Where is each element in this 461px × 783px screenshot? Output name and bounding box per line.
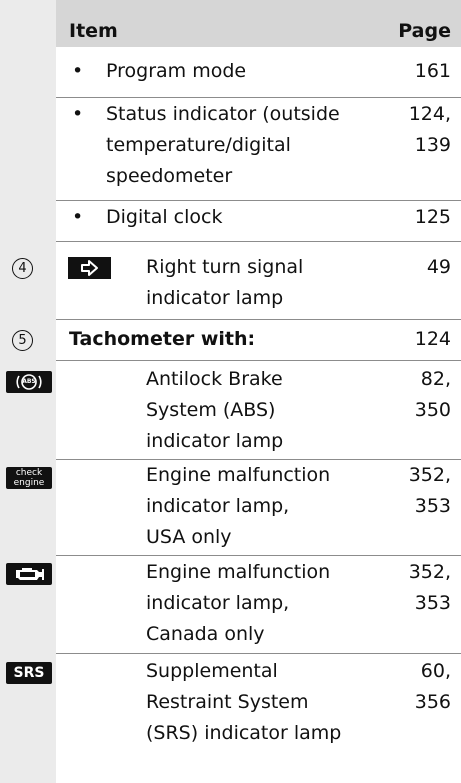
check-engine-line3: USA only	[146, 526, 232, 548]
srs-line2: Restraint System	[146, 691, 309, 713]
status-indicator-page2: 139	[414, 134, 451, 156]
row-divider	[56, 241, 461, 242]
abs-line1: Antilock Brake	[146, 368, 283, 390]
engine-canada-line3: Canada only	[146, 623, 265, 645]
callout-number-4: 4	[12, 258, 33, 279]
header-page: Page	[398, 20, 451, 42]
engine-canada-page1: 352,	[408, 561, 451, 583]
check-engine-page1: 352,	[408, 464, 451, 486]
row-divider	[56, 200, 461, 201]
status-indicator-page1: 124,	[408, 103, 451, 125]
sidebar-margin: 4 5 ABS check engine SRS	[0, 0, 56, 783]
right-turn-arrow-icon	[68, 257, 111, 279]
srs-lamp-icon: SRS	[6, 662, 52, 684]
srs-page1: 60,	[420, 660, 451, 682]
row-divider	[56, 360, 461, 361]
check-engine-lamp-icon: check engine	[6, 467, 52, 489]
bullet: •	[72, 103, 84, 125]
row-divider	[56, 653, 461, 654]
abs-lamp-icon: ABS	[6, 371, 52, 393]
right-turn-line1: Right turn signal	[146, 256, 304, 278]
bullet: •	[72, 60, 84, 82]
right-turn-page: 49	[426, 256, 451, 278]
tachometer-page: 124	[414, 328, 451, 350]
program-mode-page: 161	[414, 60, 451, 82]
status-indicator-line3: speedometer	[106, 165, 233, 187]
header-item: Item	[69, 20, 118, 42]
bullet: •	[72, 206, 84, 228]
index-table: Item Page • Program mode 161 • Status in…	[56, 0, 461, 783]
row-divider	[56, 555, 461, 556]
row-divider	[56, 319, 461, 320]
check-engine-line1: Engine malfunction	[146, 464, 331, 486]
check-engine-page2: 353	[414, 495, 451, 517]
tachometer-label: Tachometer with:	[69, 328, 256, 350]
abs-line3: indicator lamp	[146, 430, 284, 452]
program-mode-label: Program mode	[106, 60, 247, 82]
status-indicator-line2: temperature/digital	[106, 134, 291, 156]
right-turn-line2: indicator lamp	[146, 287, 284, 309]
abs-line2: System (ABS)	[146, 399, 276, 421]
engine-canada-page2: 353	[414, 592, 451, 614]
abs-page2: 350	[414, 399, 451, 421]
srs-page2: 356	[414, 691, 451, 713]
engine-canada-line2: indicator lamp,	[146, 592, 290, 614]
table-header: Item Page	[56, 0, 461, 47]
engine-canada-line1: Engine malfunction	[146, 561, 331, 583]
srs-line3: (SRS) indicator lamp	[146, 722, 342, 744]
callout-number-5: 5	[12, 330, 33, 351]
srs-line1: Supplemental	[146, 660, 278, 682]
engine-lamp-icon	[6, 563, 52, 585]
row-divider	[56, 97, 461, 98]
digital-clock-page: 125	[414, 206, 451, 228]
abs-page1: 82,	[420, 368, 451, 390]
status-indicator-line1: Status indicator (outside	[106, 103, 340, 125]
digital-clock-label: Digital clock	[106, 206, 223, 228]
check-engine-line2: indicator lamp,	[146, 495, 290, 517]
